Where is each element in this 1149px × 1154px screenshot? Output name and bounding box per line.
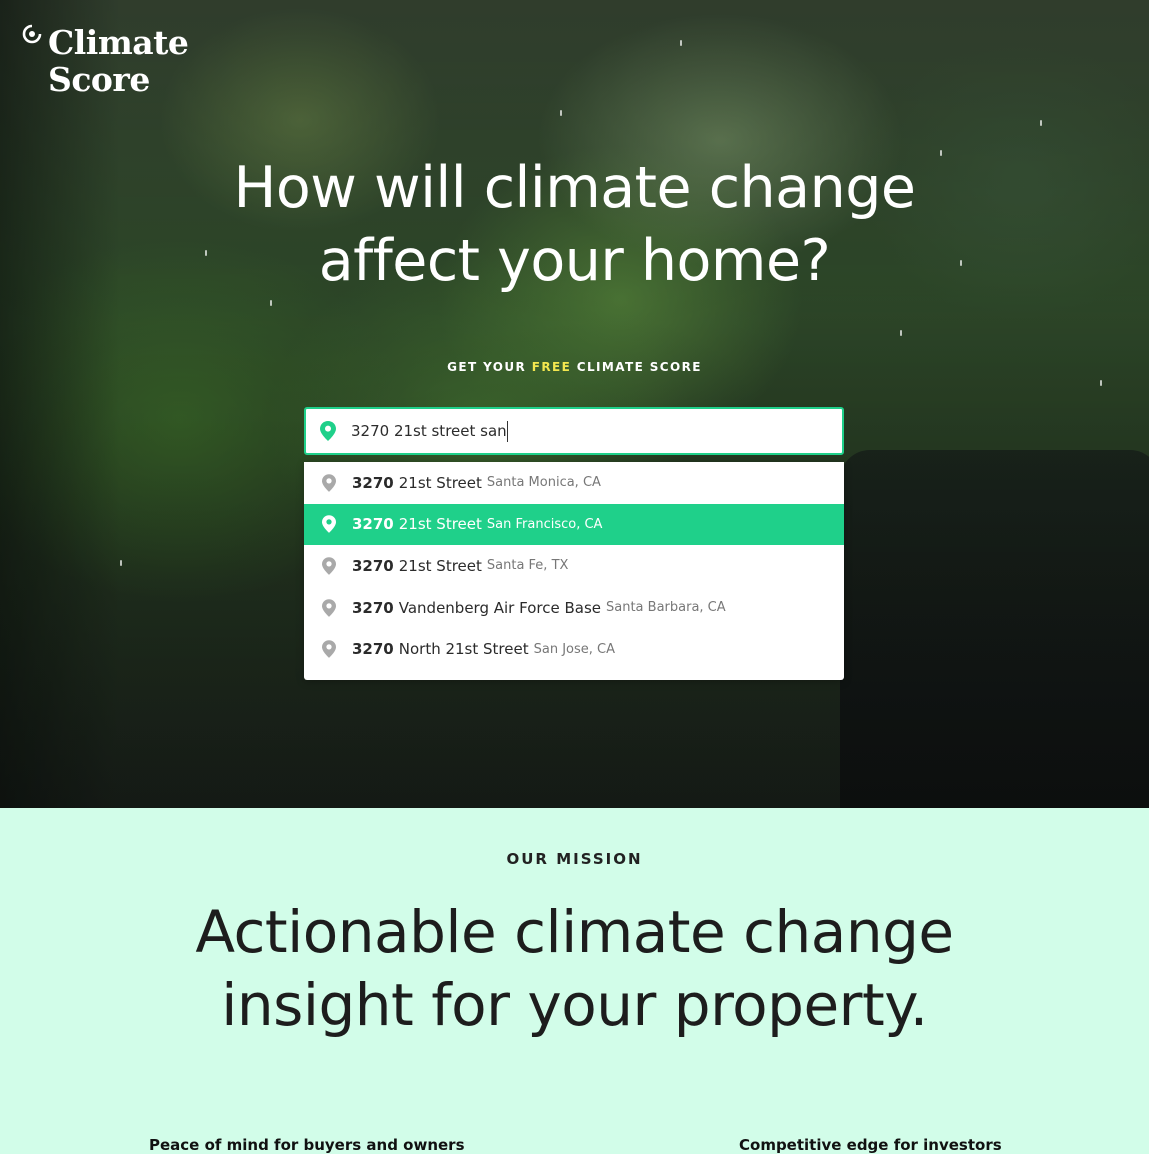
rain-drop bbox=[120, 560, 122, 566]
suggestion-number: 3270 bbox=[352, 473, 394, 492]
suggestion-street: 21st Street bbox=[398, 473, 482, 492]
suggestion-city: Santa Monica, CA bbox=[486, 475, 601, 491]
hero-section bbox=[0, 0, 1149, 808]
hero-headline-line2: affect your home? bbox=[318, 228, 831, 294]
suggestion-street: 21st Street bbox=[398, 556, 482, 575]
location-pin-icon bbox=[320, 421, 336, 441]
suggestion-city: Santa Barbara, CA bbox=[606, 600, 726, 616]
address-suggestions-dropdown: 3270 21st Street Santa Monica, CA 3270 2… bbox=[304, 462, 844, 680]
feature-title-investors: Competitive edge for investors bbox=[739, 1136, 1002, 1154]
suggestion-item[interactable]: 3270 21st Street Santa Fe, TX bbox=[304, 545, 844, 587]
hero-background-photo bbox=[0, 0, 1149, 808]
suggestion-number: 3270 bbox=[352, 640, 394, 659]
mission-heading-line1: Actionable climate change bbox=[195, 898, 954, 966]
location-pin-icon bbox=[322, 598, 336, 617]
cta-suffix: CLIMATE SCORE bbox=[576, 360, 702, 374]
suggestion-item[interactable]: 3270 North 21st Street San Jose, CA bbox=[304, 628, 844, 670]
rain-drop bbox=[560, 110, 562, 116]
location-pin-icon bbox=[322, 557, 336, 575]
suggestion-street: North 21st Street bbox=[398, 640, 529, 659]
suggestion-city: San Francisco, CA bbox=[486, 516, 603, 532]
climate-score-logo-icon bbox=[22, 24, 42, 44]
hero-headline: How will climate change affect your home… bbox=[0, 152, 1149, 298]
rain-drop bbox=[1040, 120, 1042, 126]
suggestion-item-highlighted[interactable]: 3270 21st Street San Francisco, CA bbox=[304, 503, 844, 546]
logo-text-line1: Climate bbox=[48, 23, 189, 62]
suggestion-street: Vandenberg Air Force Base bbox=[398, 598, 601, 617]
mission-section: OUR MISSION Actionable climate change in… bbox=[0, 808, 1149, 1154]
location-pin-icon bbox=[322, 640, 336, 658]
suggestion-item[interactable]: 3270 Vandenberg Air Force Base Santa Bar… bbox=[304, 587, 844, 629]
suggestion-item[interactable]: 3270 21st Street Santa Monica, CA bbox=[304, 462, 844, 504]
address-search-input[interactable] bbox=[351, 422, 511, 440]
suggestion-number: 3270 bbox=[352, 556, 394, 575]
rain-drop bbox=[270, 300, 272, 306]
address-search-box[interactable] bbox=[304, 407, 844, 455]
suggestion-number: 3270 bbox=[352, 515, 394, 534]
site-logo[interactable]: Climate Score bbox=[22, 23, 189, 99]
text-cursor bbox=[507, 420, 508, 442]
suggestion-city: San Jose, CA bbox=[533, 641, 615, 657]
feature-title-buyers: Peace of mind for buyers and owners bbox=[149, 1136, 465, 1154]
suggestion-street: 21st Street bbox=[398, 515, 482, 534]
mission-heading-line2: insight for your property. bbox=[221, 971, 928, 1039]
rain-drop bbox=[1100, 380, 1102, 386]
location-pin-icon bbox=[322, 474, 336, 492]
suggestion-number: 3270 bbox=[352, 598, 394, 617]
cta-prefix: GET YOUR bbox=[447, 360, 527, 374]
cta-free-highlight: FREE bbox=[531, 360, 572, 374]
hero-headline-line1: How will climate change bbox=[233, 155, 917, 221]
rain-drop bbox=[900, 330, 902, 336]
logo-text-line2: Score bbox=[48, 60, 150, 99]
logo-wordmark: Climate Score bbox=[48, 23, 189, 99]
mission-label: OUR MISSION bbox=[506, 850, 643, 868]
location-pin-icon bbox=[322, 515, 336, 534]
cta-label: GET YOUR FREE CLIMATE SCORE bbox=[0, 360, 1149, 374]
mission-heading: Actionable climate change insight for yo… bbox=[0, 896, 1149, 1042]
rain-drop bbox=[680, 40, 682, 46]
suggestion-city: Santa Fe, TX bbox=[486, 558, 569, 574]
